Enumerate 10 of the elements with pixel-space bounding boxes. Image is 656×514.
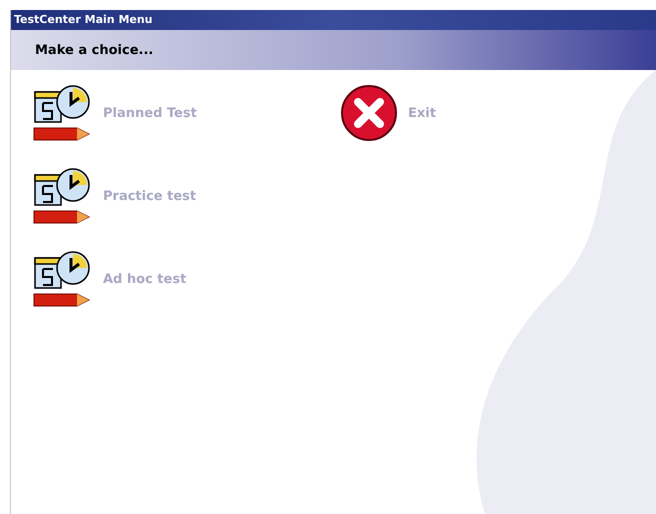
exit-menu-item[interactable]: Exit xyxy=(340,84,436,142)
header-text: Make a choice... xyxy=(35,42,154,58)
window-title: TestCenter Main Menu xyxy=(11,10,656,30)
calendar-clock-pencil-icon xyxy=(33,250,91,308)
close-icon xyxy=(340,84,398,142)
test-menu-item[interactable]: Practice test xyxy=(33,167,340,225)
calendar-clock-pencil-icon xyxy=(33,84,91,142)
test-menu-item[interactable]: Ad hoc test xyxy=(33,250,340,308)
test-menu-item[interactable]: Planned Test xyxy=(33,84,340,142)
calendar-clock-pencil-icon xyxy=(33,167,91,225)
